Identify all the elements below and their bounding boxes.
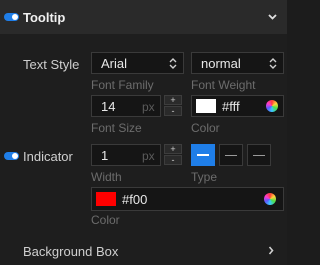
text-color-value: #fff: [222, 99, 240, 114]
text-color-swatch[interactable]: [196, 99, 216, 113]
indicator-width-unit: px: [142, 149, 155, 163]
font-family-select[interactable]: Arial: [91, 52, 184, 74]
font-size-value: 14: [101, 99, 116, 114]
tooltip-settings-panel: Tooltip Text Style Arial normal Font Fam…: [0, 0, 287, 265]
font-size-input[interactable]: 14 px: [91, 95, 161, 117]
indicator-color-caption: Color: [91, 213, 120, 227]
line-type-dotted-button[interactable]: [247, 144, 271, 166]
solid-line-icon: [197, 154, 209, 156]
color-wheel-icon[interactable]: [264, 193, 276, 205]
chevron-down-icon[interactable]: [268, 12, 277, 21]
indicator-color-field[interactable]: #f00: [91, 187, 284, 211]
dotted-line-icon: [253, 155, 265, 156]
background-box-label[interactable]: Background Box: [23, 244, 118, 259]
tooltip-toggle[interactable]: [4, 13, 19, 21]
indicator-color-swatch[interactable]: [96, 192, 116, 206]
line-type-dashed-button[interactable]: [219, 144, 243, 166]
indicator-label: Indicator: [23, 149, 73, 164]
font-size-increment[interactable]: +: [164, 95, 182, 105]
select-arrows-icon: [169, 58, 177, 69]
indicator-width-input[interactable]: 1 px: [91, 144, 161, 166]
select-arrows-icon: [269, 58, 277, 69]
indicator-type-caption: Type: [191, 170, 218, 184]
line-type-solid-button[interactable]: [191, 144, 215, 166]
text-color-field[interactable]: #fff: [191, 95, 284, 117]
text-style-label: Text Style: [23, 57, 80, 72]
font-size-unit: px: [142, 100, 155, 114]
indicator-color-value: #f00: [122, 192, 148, 207]
indicator-toggle[interactable]: [4, 152, 19, 160]
indicator-width-decrement[interactable]: -: [164, 155, 182, 165]
indicator-width-increment[interactable]: +: [164, 144, 182, 154]
text-color-caption: Color: [191, 121, 220, 135]
section-header-tooltip[interactable]: Tooltip: [0, 0, 287, 34]
indicator-width-value: 1: [101, 148, 109, 163]
section-title: Tooltip: [23, 10, 66, 25]
font-weight-select[interactable]: normal: [191, 52, 284, 74]
font-family-caption: Font Family: [91, 78, 154, 92]
color-wheel-icon[interactable]: [266, 100, 278, 112]
font-weight-value: normal: [201, 56, 241, 71]
font-weight-caption: Font Weight: [191, 78, 256, 92]
font-size-caption: Font Size: [91, 121, 142, 135]
font-size-decrement[interactable]: -: [164, 106, 182, 116]
dashed-line-icon: [225, 155, 237, 156]
chevron-right-icon[interactable]: [268, 246, 274, 255]
font-family-value: Arial: [101, 56, 128, 71]
indicator-width-caption: Width: [91, 170, 122, 184]
